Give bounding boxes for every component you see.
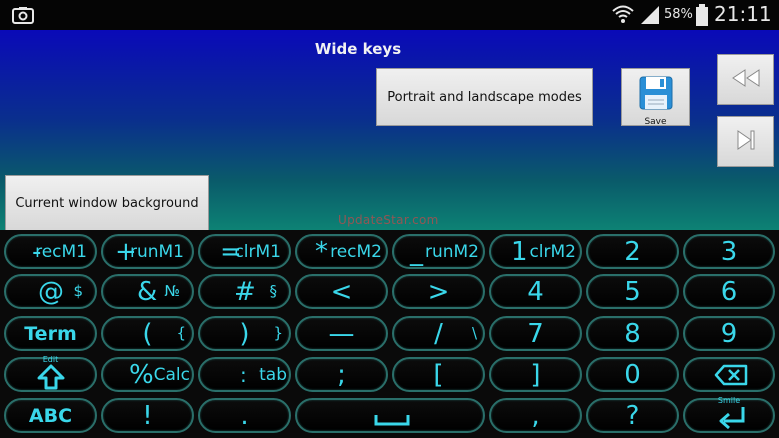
- key-exclamation[interactable]: !: [101, 398, 194, 433]
- key-5[interactable]: 5: [586, 274, 679, 309]
- key-6[interactable]: 6: [683, 274, 775, 309]
- clock: 21:11: [714, 2, 772, 26]
- key-question[interactable]: ?: [586, 398, 679, 433]
- key-backspace[interactable]: [683, 357, 775, 392]
- save-label: Save: [644, 117, 667, 127]
- key-1-clrm2[interactable]: 1 clrM2: [489, 234, 582, 269]
- app-area: Wide keys Portrait and landscape modes S…: [0, 30, 779, 231]
- space-bar-icon: [374, 415, 410, 426]
- key-asterisk-recm2[interactable]: * recM2: [295, 234, 388, 269]
- page-title: Wide keys: [314, 40, 402, 58]
- watermark: UpdateStar.com: [338, 213, 439, 227]
- signal-icon: [640, 5, 660, 29]
- battery-percent: 58%: [664, 7, 693, 22]
- skip-next-icon: [735, 129, 757, 155]
- key-7[interactable]: 7: [489, 316, 582, 351]
- keyboard: - recM1 + runM1 = clrM1 * recM2 _ runM2 …: [0, 230, 779, 438]
- key-slash-backslash[interactable]: / \: [392, 316, 485, 351]
- floppy-disk-icon: [638, 75, 674, 115]
- key-shift-edit[interactable]: Edit: [4, 355, 97, 392]
- key-equals-clrm1[interactable]: = clrM1: [198, 234, 291, 269]
- skip-next-button[interactable]: [717, 116, 774, 167]
- rewind-icon: [731, 68, 761, 92]
- key-abc[interactable]: ABC: [4, 398, 97, 433]
- key-open-paren[interactable]: ( {: [101, 316, 194, 351]
- rewind-button[interactable]: [717, 54, 774, 105]
- key-colon-tab[interactable]: : tab: [198, 357, 291, 392]
- current-window-background-button[interactable]: Current window background: [5, 175, 209, 231]
- key-3[interactable]: 3: [683, 234, 775, 269]
- key-dash[interactable]: —: [295, 316, 388, 351]
- key-2[interactable]: 2: [586, 234, 679, 269]
- key-open-bracket[interactable]: [: [392, 357, 485, 392]
- key-at-dollar[interactable]: @ $: [4, 274, 97, 309]
- status-bar: 58% 21:11: [0, 0, 779, 30]
- key-0[interactable]: 0: [586, 357, 679, 392]
- key-close-paren[interactable]: ) }: [198, 316, 291, 351]
- key-enter-smile[interactable]: Smile: [683, 396, 775, 433]
- key-semicolon[interactable]: ;: [295, 357, 388, 392]
- key-close-bracket[interactable]: ]: [489, 357, 582, 392]
- key-4[interactable]: 4: [489, 274, 582, 309]
- key-8[interactable]: 8: [586, 316, 679, 351]
- key-ampersand-numero[interactable]: & №: [101, 274, 194, 309]
- key-minus-recm1[interactable]: - recM1: [4, 234, 97, 269]
- enter-icon: [719, 407, 745, 430]
- key-hash-section[interactable]: # §: [198, 274, 291, 309]
- screenshot-icon: [12, 6, 34, 28]
- battery-icon: [696, 4, 708, 30]
- key-space[interactable]: [295, 398, 485, 433]
- backspace-icon: [714, 364, 748, 386]
- key-underscore-runm2[interactable]: _ runM2: [392, 234, 485, 269]
- save-button[interactable]: Save: [621, 68, 690, 127]
- portrait-landscape-button[interactable]: Portrait and landscape modes: [376, 68, 593, 126]
- key-greater-than[interactable]: >: [392, 274, 485, 309]
- shift-arrow-icon: [37, 364, 65, 390]
- key-plus-runm1[interactable]: + runM1: [101, 234, 194, 269]
- key-less-than[interactable]: <: [295, 274, 388, 309]
- wifi-icon: [612, 4, 634, 28]
- key-term[interactable]: Term: [4, 316, 97, 351]
- key-9[interactable]: 9: [683, 316, 775, 351]
- key-percent-calc[interactable]: % Calc: [101, 357, 194, 392]
- key-comma[interactable]: ,: [489, 398, 582, 433]
- key-period[interactable]: .: [198, 398, 291, 433]
